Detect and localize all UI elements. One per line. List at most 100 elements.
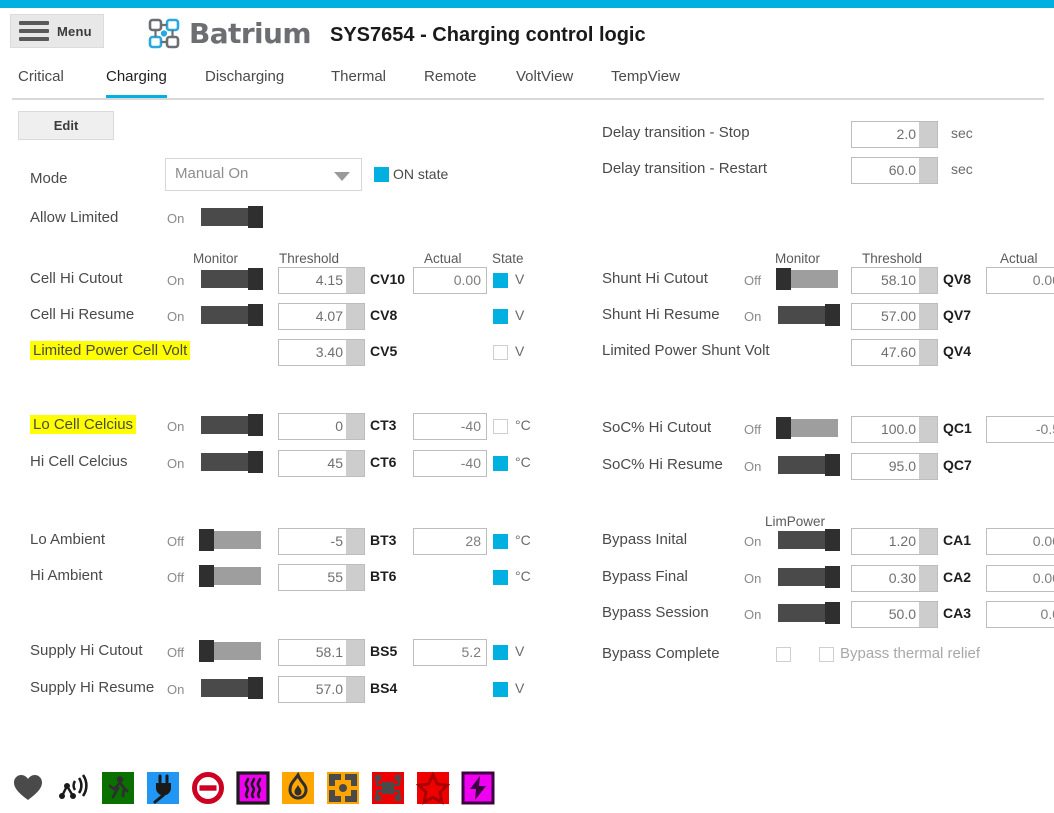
brand-logo: Batrium: [148, 17, 312, 50]
row-state-checkbox-7[interactable]: [493, 645, 508, 660]
network-signal-icon[interactable]: [55, 770, 91, 806]
module-alert-icon[interactable]: [370, 770, 406, 806]
tab-thermal[interactable]: Thermal: [331, 62, 386, 98]
row-monitor-toggle-5[interactable]: [199, 529, 263, 551]
row-code-3: CT3: [370, 417, 397, 433]
right-row-threshold-input-3[interactable]: 100.0: [851, 416, 938, 443]
spinner-buttons[interactable]: [346, 414, 364, 439]
spinner-buttons[interactable]: [919, 268, 937, 293]
spinner-buttons[interactable]: [919, 417, 937, 442]
spinner-buttons[interactable]: [346, 640, 364, 665]
bypass-thermal-relief-checkbox[interactable]: [819, 647, 834, 662]
right-row-monitor-toggle-5[interactable]: [776, 529, 840, 551]
row-state-checkbox-4[interactable]: [493, 456, 508, 471]
spinner-buttons[interactable]: [346, 529, 364, 554]
right-row-monitor-toggle-4[interactable]: [776, 454, 840, 476]
row-state-checkbox-5[interactable]: [493, 534, 508, 549]
high-voltage-icon[interactable]: [460, 770, 496, 806]
on-state-checkbox[interactable]: [374, 167, 389, 182]
mode-dropdown[interactable]: Manual On: [165, 158, 362, 191]
plug-connect-icon[interactable]: [145, 770, 181, 806]
row-monitor-toggle-8[interactable]: [199, 677, 263, 699]
tab-charging[interactable]: Charging: [106, 62, 167, 98]
row-threshold-input-7[interactable]: 58.1: [278, 639, 365, 666]
right-row-threshold-input-5[interactable]: 1.20: [851, 528, 938, 555]
row-state-checkbox-6[interactable]: [493, 570, 508, 585]
row-threshold-input-5[interactable]: -5: [278, 528, 365, 555]
row-threshold-input-4[interactable]: 45: [278, 450, 365, 477]
right-row-monitor-toggle-3[interactable]: [776, 417, 840, 439]
row-threshold-input-2[interactable]: 3.40: [278, 339, 365, 366]
edit-button[interactable]: Edit: [18, 111, 114, 140]
right-row-threshold-input-4[interactable]: 95.0: [851, 453, 938, 480]
row-monitor-toggle-3[interactable]: [199, 414, 263, 436]
spinner-buttons[interactable]: [919, 454, 937, 479]
row-threshold-input-3[interactable]: 0: [278, 413, 365, 440]
no-entry-icon[interactable]: [190, 770, 226, 806]
row-monitor-toggle-1[interactable]: [199, 304, 263, 326]
right-row-threshold-input-0[interactable]: 58.10: [851, 267, 938, 294]
menu-button[interactable]: Menu: [10, 14, 104, 48]
row-state-checkbox-0[interactable]: [493, 273, 508, 288]
row-state-checkbox-1[interactable]: [493, 309, 508, 324]
row-monitor-toggle-0[interactable]: [199, 268, 263, 290]
right-row-threshold-input-1[interactable]: 57.00: [851, 303, 938, 330]
row-monitor-toggle-7[interactable]: [199, 640, 263, 662]
tab-tempview[interactable]: TempView: [611, 62, 680, 98]
row-threshold-input-1[interactable]: 4.07: [278, 303, 365, 330]
cells-scatter-icon[interactable]: [325, 770, 361, 806]
row-state-checkbox-2[interactable]: [493, 345, 508, 360]
row-monitor-toggle-6[interactable]: [199, 565, 263, 587]
spinner-buttons[interactable]: [919, 304, 937, 329]
spinner-buttons[interactable]: [346, 677, 364, 702]
row-state-checkbox-3[interactable]: [493, 419, 508, 434]
right-row-threshold-input-2[interactable]: 47.60: [851, 339, 938, 366]
spinner-buttons[interactable]: [346, 565, 364, 590]
spinner-buttons[interactable]: [919, 158, 937, 183]
star-alert-icon[interactable]: [415, 770, 451, 806]
spinner-value: 4.15: [315, 272, 343, 288]
right-row-monitor-toggle-0[interactable]: [776, 268, 840, 290]
spinner-buttons[interactable]: [919, 122, 937, 147]
right-row-monitor-state-7: On: [744, 607, 762, 622]
spinner-buttons[interactable]: [919, 529, 937, 554]
heartbeat-icon[interactable]: [10, 770, 46, 806]
row-threshold-input-8[interactable]: 57.0: [278, 676, 365, 703]
allow-limited-toggle[interactable]: [199, 206, 263, 228]
spinner-buttons[interactable]: [919, 566, 937, 591]
spinner-buttons[interactable]: [919, 602, 937, 627]
switch-thumb: [825, 566, 840, 588]
bypass-complete-checkbox[interactable]: [776, 647, 791, 662]
right-row-threshold-input-7[interactable]: 50.0: [851, 601, 938, 628]
row-state-checkbox-8[interactable]: [493, 682, 508, 697]
switch-track: [199, 268, 255, 290]
right-header-actual: Actual: [1000, 251, 1038, 266]
heating-element-icon[interactable]: [235, 770, 271, 806]
spinner-buttons[interactable]: [346, 340, 364, 365]
row-monitor-toggle-4[interactable]: [199, 451, 263, 473]
spinner-buttons[interactable]: [346, 268, 364, 293]
row-actual-value-3: -40: [413, 413, 487, 440]
tab-critical[interactable]: Critical: [18, 62, 64, 98]
readonly-value: 0.00: [1032, 570, 1054, 586]
flame-icon[interactable]: [280, 770, 316, 806]
spinner-buttons[interactable]: [919, 340, 937, 365]
right-row-code-6: CA2: [943, 569, 972, 585]
running-person-icon[interactable]: [100, 770, 136, 806]
spinner-buttons[interactable]: [346, 304, 364, 329]
row-unit-5: °C: [515, 532, 531, 548]
row-threshold-input-6[interactable]: 55: [278, 564, 365, 591]
right-row-monitor-toggle-1[interactable]: [776, 304, 840, 326]
delay-input-1[interactable]: 60.0: [851, 157, 938, 184]
right-header-threshold: Threshold: [862, 251, 923, 266]
tab-voltview[interactable]: VoltView: [516, 62, 573, 98]
tab-discharging[interactable]: Discharging: [205, 62, 284, 98]
spinner-buttons[interactable]: [346, 451, 364, 476]
right-row-threshold-input-6[interactable]: 0.30: [851, 565, 938, 592]
delay-input-0[interactable]: 2.0: [851, 121, 938, 148]
row-threshold-input-0[interactable]: 4.15: [278, 267, 365, 294]
right-row-monitor-toggle-7[interactable]: [776, 602, 840, 624]
tab-remote[interactable]: Remote: [424, 62, 477, 98]
spinner-value: 58.10: [880, 272, 916, 288]
right-row-monitor-toggle-6[interactable]: [776, 566, 840, 588]
